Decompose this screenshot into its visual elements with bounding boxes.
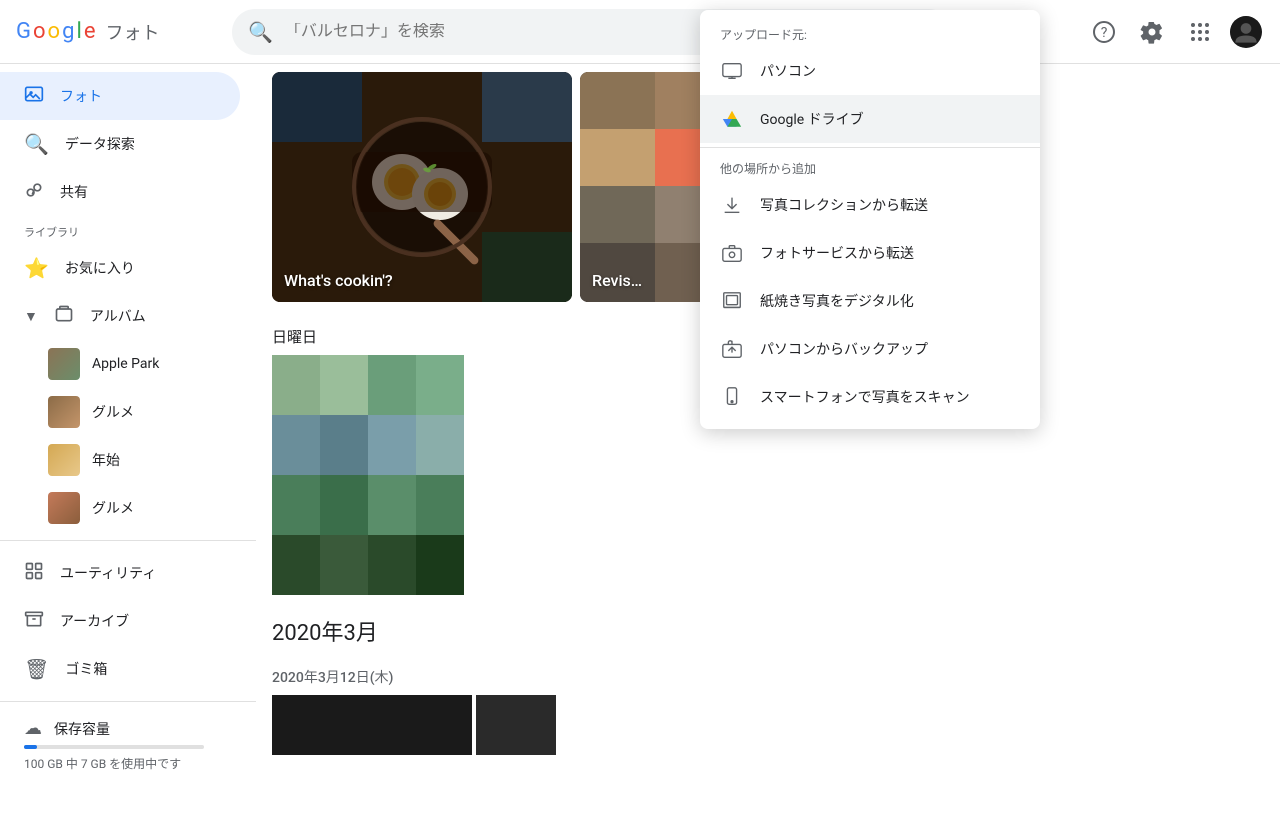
dropdown-photo-collection-label: 写真コレクションから転送 <box>760 195 928 215</box>
dropdown-menu: アップロード元: パソコン Google ドライブ 他の場所から追加 写真コレク… <box>700 10 1040 429</box>
help-button[interactable]: ? <box>1084 12 1124 52</box>
sunday-photo-1[interactable] <box>272 355 464 595</box>
sidebar-archive-label: アーカイブ <box>60 611 129 631</box>
settings-button[interactable] <box>1132 12 1172 52</box>
album-item-gourmet-1[interactable]: グルメ <box>0 388 240 436</box>
dropdown-item-gdrive[interactable]: Google ドライブ <box>700 95 1040 143</box>
header-icons: ? <box>1084 12 1264 52</box>
album-thumb-newyear <box>48 444 80 476</box>
sidebar-favorites-label: お気に入り <box>65 258 135 278</box>
sidebar-item-albums-header[interactable]: ▼ アルバム <box>0 292 240 340</box>
storage-area[interactable]: ☁ 保存容量 100 GB 中 7 GB を使用中です <box>0 710 256 780</box>
album-thumb-apple-park <box>48 348 80 380</box>
main-layout: フォト 🔍 データ探索 共有 ライブラリ ⭐ お気に入り ▼ アルバム <box>0 64 1280 826</box>
dropdown-print-digitize-label: 紙焼き写真をデジタル化 <box>760 291 914 311</box>
header: Google フォト 🔍 ? <box>0 0 1280 64</box>
print-digitize-icon <box>720 289 744 313</box>
sidebar-utilities-label: ユーティリティ <box>60 563 156 583</box>
sidebar-item-photos[interactable]: フォト <box>0 72 240 120</box>
album-card-whats-cookin-label: What's cookin'? <box>284 271 393 290</box>
cloud-icon: ☁ <box>24 718 42 739</box>
avatar[interactable] <box>1228 14 1264 50</box>
archive-icon <box>24 609 44 634</box>
sidebar-item-trash[interactable]: 🗑 ゴミ箱 <box>0 645 240 693</box>
storage-bar-fill <box>24 745 37 749</box>
sidebar-item-search[interactable]: 🔍 データ探索 <box>0 120 240 168</box>
dropdown-divider <box>700 147 1040 148</box>
sidebar-photos-label: フォト <box>60 86 102 106</box>
album-item-gourmet-2[interactable]: グルメ <box>0 484 240 532</box>
dropdown-photo-service-label: フォトサービスから転送 <box>760 243 914 263</box>
expand-icon: ▼ <box>24 308 38 325</box>
pc-icon <box>720 59 744 83</box>
album-name-newyear: 年始 <box>92 450 120 470</box>
album-item-apple-park[interactable]: Apple Park <box>0 340 240 388</box>
storage-label: 保存容量 <box>54 719 110 739</box>
sidebar-item-archive[interactable]: アーカイブ <box>0 597 240 645</box>
album-thumb-gourmet-1 <box>48 396 80 428</box>
sidebar-search-label: データ探索 <box>65 134 135 154</box>
gdrive-icon <box>720 107 744 131</box>
app-name: フォト <box>105 19 159 45</box>
album-item-newyear[interactable]: 年始 <box>0 436 240 484</box>
sidebar-albums-label: アルバム <box>90 306 146 326</box>
dropdown-smartphone-scan-label: スマートフォンで写真をスキャン <box>760 387 970 407</box>
favorites-icon: ⭐ <box>24 256 49 280</box>
march-12-header: 2020年3月12日(木) <box>272 651 1264 695</box>
dropdown-item-pc-backup[interactable]: パソコンからバックアップ <box>700 325 1040 373</box>
photo-collection-icon <box>720 193 744 217</box>
dropdown-gdrive-label: Google ドライブ <box>760 109 864 129</box>
logo-area: Google フォト <box>16 19 216 45</box>
smartphone-scan-icon <box>720 385 744 409</box>
sidebar-item-sharing[interactable]: 共有 <box>0 168 240 216</box>
google-logo: Google <box>16 19 95 44</box>
album-name-gourmet-2: グルメ <box>92 498 134 518</box>
divider-2 <box>0 701 256 702</box>
apps-button[interactable] <box>1180 12 1220 52</box>
sidebar-sharing-label: 共有 <box>60 182 88 202</box>
dropdown-pc-label: パソコン <box>760 61 816 81</box>
divider-1 <box>0 540 256 541</box>
album-name-gourmet-1: グルメ <box>92 402 134 422</box>
search-icon-sidebar: 🔍 <box>24 132 49 156</box>
library-section-label: ライブラリ <box>0 216 256 244</box>
album-card-revisit-label: Revis… <box>592 271 642 290</box>
pc-backup-icon <box>720 337 744 361</box>
trash-icon: 🗑 <box>24 657 49 681</box>
march-photo-2[interactable] <box>476 695 556 755</box>
photos-icon <box>24 84 44 109</box>
album-thumb-gourmet-2 <box>48 492 80 524</box>
dropdown-item-photo-collection[interactable]: 写真コレクションから転送 <box>700 181 1040 229</box>
storage-bar <box>24 745 204 749</box>
album-card-whats-cookin[interactable]: What's cookin'? <box>272 72 572 302</box>
dropdown-other-label: 他の場所から追加 <box>700 152 1040 181</box>
svg-text:?: ? <box>1101 25 1108 41</box>
search-icon: 🔍 <box>248 20 273 44</box>
march-photo-row <box>272 695 1264 755</box>
utilities-icon <box>24 561 44 586</box>
dropdown-item-print-digitize[interactable]: 紙焼き写真をデジタル化 <box>700 277 1040 325</box>
sidebar: フォト 🔍 データ探索 共有 ライブラリ ⭐ お気に入り ▼ アルバム <box>0 64 256 826</box>
dropdown-pc-backup-label: パソコンからバックアップ <box>760 339 928 359</box>
dropdown-item-pc[interactable]: パソコン <box>700 47 1040 95</box>
sidebar-item-favorites[interactable]: ⭐ お気に入り <box>0 244 240 292</box>
march-2020-header: 2020年3月 <box>272 599 1264 651</box>
album-name-apple-park: Apple Park <box>92 356 159 372</box>
march-photo-1[interactable] <box>272 695 472 755</box>
photo-service-icon <box>720 241 744 265</box>
dropdown-item-smartphone-scan[interactable]: スマートフォンで写真をスキャン <box>700 373 1040 421</box>
dropdown-item-photo-service[interactable]: フォトサービスから転送 <box>700 229 1040 277</box>
storage-info: 100 GB 中 7 GB を使用中です <box>24 755 232 772</box>
sharing-icon <box>24 180 44 205</box>
sidebar-item-utilities[interactable]: ユーティリティ <box>0 549 240 597</box>
albums-icon <box>54 304 74 328</box>
sidebar-trash-label: ゴミ箱 <box>65 659 107 679</box>
dropdown-upload-label: アップロード元: <box>700 18 1040 47</box>
